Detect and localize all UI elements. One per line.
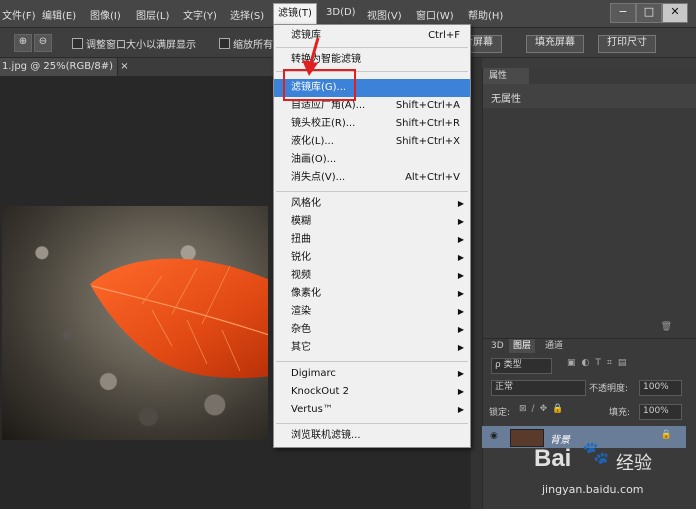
watermark-brand: Bai (534, 445, 572, 472)
menu-pixelate[interactable]: 像素化 ▶ (274, 285, 470, 303)
menu-distort[interactable]: 扭曲 ▶ (274, 231, 470, 249)
resize-windows-label: 调整窗口大小以满屏显示 (86, 40, 196, 51)
paw-icon: 🐾 (582, 441, 610, 466)
properties-tab[interactable]: 属性 (483, 68, 529, 84)
no-properties-label: 无属性 (491, 94, 521, 105)
menu-video[interactable]: 视频 ▶ (274, 267, 470, 285)
menu-vertus[interactable]: Vertus™ ▶ (274, 401, 470, 419)
baidu-watermark: Bai 🐾 经验 jingyan.baidu.com (534, 437, 694, 507)
zoom-all-checkbox[interactable] (219, 38, 230, 49)
layer-kind-select[interactable]: ρ 类型 (491, 358, 552, 374)
properties-header: 无属性 (483, 84, 696, 108)
menu-vanishing-point[interactable]: 消失点(V)... Alt+Ctrl+V (274, 169, 470, 187)
watermark-url: jingyan.baidu.com (542, 483, 644, 496)
tab-channels[interactable]: 通道 (541, 339, 567, 353)
menu-oil-paint[interactable]: 油画(O)... (274, 151, 470, 169)
menu-lens-correction[interactable]: 镜头校正(R)... Shift+Ctrl+R (274, 115, 470, 133)
menu-liquify[interactable]: 液化(L)... Shift+Ctrl+X (274, 133, 470, 151)
opacity-label: 不透明度: (589, 384, 629, 394)
minimize-button[interactable]: − (610, 3, 636, 23)
panel-dock-strip (470, 58, 482, 509)
annotation-arrow-icon (302, 37, 320, 76)
menu-help[interactable]: 帮助(H) (468, 7, 503, 22)
zoom-out-icon[interactable]: ⊖ (34, 34, 52, 52)
menu-file[interactable]: 文件(F) (2, 7, 36, 22)
menu-type[interactable]: 文字(Y) (183, 7, 217, 22)
document-tab-title: 1.jpg @ 25%(RGB/8#) (2, 61, 114, 72)
tab-layers[interactable]: 图层 (509, 339, 536, 353)
fill-input[interactable]: 100% (639, 404, 682, 420)
layer-filter-icons[interactable]: ▣◐T⌗▤ (567, 358, 632, 368)
close-button[interactable]: ✕ (662, 3, 688, 23)
menu-separator (276, 423, 468, 424)
document-close-icon[interactable]: × (120, 61, 128, 72)
menu-browse-online[interactable]: 浏览联机滤镜... (274, 427, 470, 445)
watermark-brand-2: 经验 (616, 453, 652, 474)
zoom-all-label: 缩放所有 (233, 40, 273, 51)
layer-filter-row: ρ 类型 ▣◐T⌗▤ (483, 355, 696, 377)
menu-layer[interactable]: 图层(L) (136, 7, 169, 22)
menu-3d[interactable]: 3D(D) (326, 7, 356, 18)
menu-noise[interactable]: 杂色 ▶ (274, 321, 470, 339)
visibility-eye-icon[interactable]: ◉ (490, 431, 498, 441)
blend-mode-select[interactable]: 正常 (491, 380, 586, 396)
maximize-button[interactable]: □ (636, 3, 662, 23)
blend-row: 正常 不透明度: 100% (483, 377, 696, 399)
lock-label: 锁定: (489, 408, 511, 418)
fill-label: 填充: (609, 408, 631, 418)
document-tab[interactable]: 1.jpg @ 25%(RGB/8#) × (0, 58, 129, 76)
lock-row: 锁定: ⊠∕✥🔒 填充: 100% (483, 401, 696, 423)
menu-stylize[interactable]: 风格化 ▶ (274, 195, 470, 213)
document-image[interactable] (2, 206, 268, 440)
menu-select[interactable]: 选择(S) (230, 7, 264, 22)
menu-digimarc[interactable]: Digimarc ▶ (274, 365, 470, 383)
zoom-in-icon[interactable]: ⊕ (14, 34, 32, 52)
lock-icons[interactable]: ⊠∕✥🔒 (519, 404, 568, 414)
menu-render[interactable]: 渲染 ▶ (274, 303, 470, 321)
menu-image[interactable]: 图像(I) (90, 7, 121, 22)
properties-panel: 属性 无属性 🗑 (482, 68, 696, 338)
menu-blur[interactable]: 模糊 ▶ (274, 213, 470, 231)
menu-filter[interactable]: 滤镜(T) (273, 3, 317, 25)
trash-icon[interactable]: 🗑 (661, 322, 672, 332)
tab-3d[interactable]: 3D (487, 339, 508, 353)
resize-windows-checkbox[interactable] (72, 38, 83, 49)
menu-view[interactable]: 视图(V) (367, 7, 402, 22)
menu-edit[interactable]: 编辑(E) (42, 7, 76, 22)
menu-separator (276, 191, 468, 192)
menu-other[interactable]: 其它 ▶ (274, 339, 470, 357)
menu-separator (276, 361, 468, 362)
menu-sharpen[interactable]: 锐化 ▶ (274, 249, 470, 267)
opacity-input[interactable]: 100% (639, 380, 682, 396)
fill-screen-button[interactable]: 填充屏幕 (526, 35, 584, 53)
print-size-button[interactable]: 打印尺寸 (598, 35, 656, 53)
menu-knockout[interactable]: KnockOut 2 ▶ (274, 383, 470, 401)
leaf-image (90, 258, 268, 379)
menu-window[interactable]: 窗口(W) (416, 7, 454, 22)
